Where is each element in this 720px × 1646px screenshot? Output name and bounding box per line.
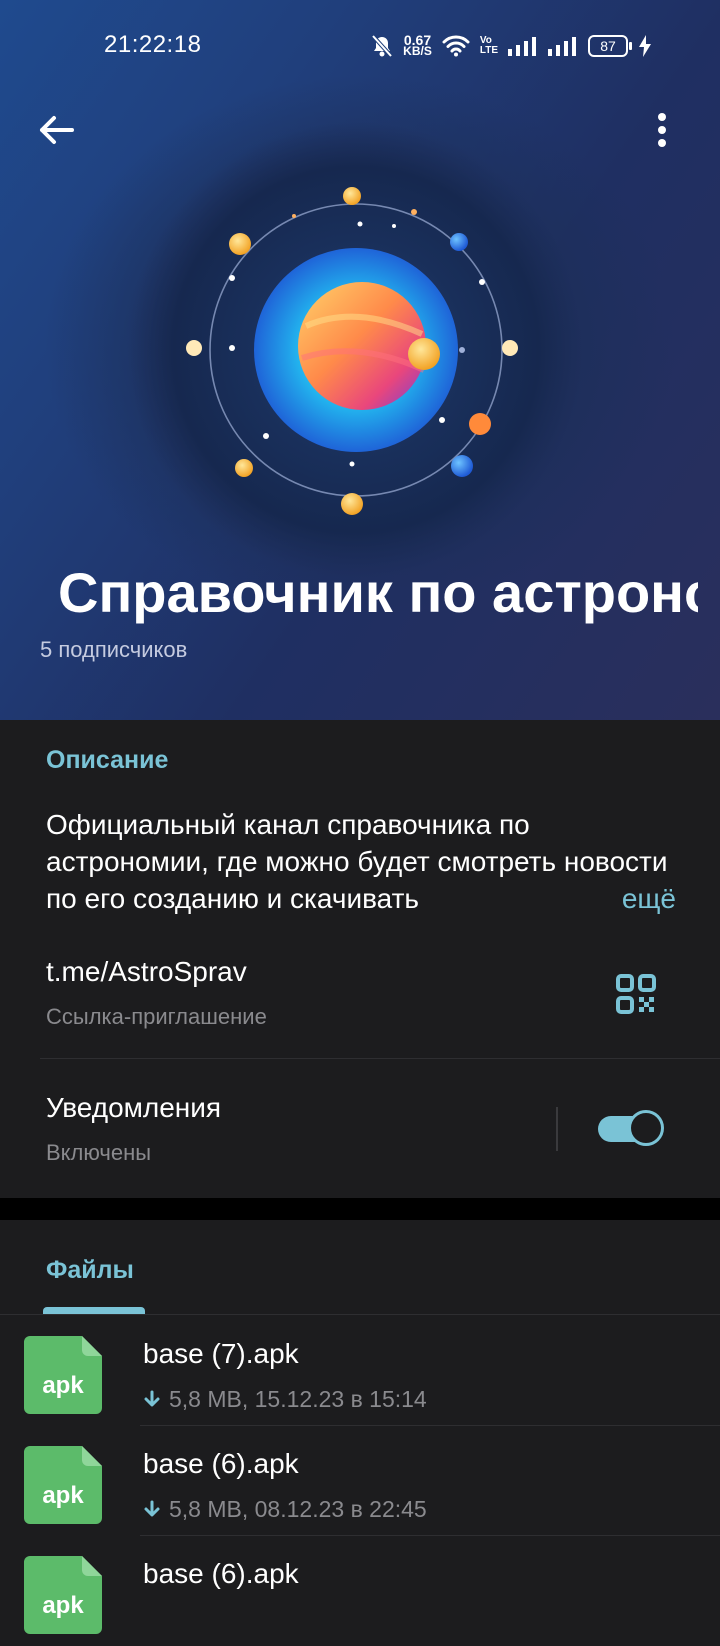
volte-bottom: LTE: [479, 45, 498, 56]
back-arrow-icon: [40, 116, 74, 144]
mute-bell-icon: [371, 34, 393, 58]
divider: [40, 1058, 720, 1059]
back-button[interactable]: [30, 104, 82, 156]
subscriber-count: 5 подписчиков: [40, 637, 188, 662]
file-name: base (7).apk: [143, 1338, 299, 1369]
file-ext: apk: [42, 1372, 84, 1399]
file-meta-text: 5,8 MB, 08.12.23 в 22:45: [169, 1496, 427, 1522]
wifi-icon: [442, 35, 470, 57]
description-text[interactable]: Официальный канал справочника по астроно…: [46, 806, 676, 917]
file-item[interactable]: apk base (6).apk: [0, 1536, 720, 1646]
signal-icon: [548, 37, 576, 56]
files-tab[interactable]: Файлы: [46, 1256, 134, 1285]
status-icons: 0.67 KB/S Vo LTE 87: [371, 32, 652, 60]
file-name: base (6).apk: [143, 1448, 299, 1479]
file-ext: apk: [42, 1482, 84, 1509]
notifications-toggle[interactable]: [598, 1110, 666, 1146]
invite-link[interactable]: t.me/AstroSprav: [46, 956, 247, 988]
toggle-knob: [628, 1110, 664, 1146]
show-more-link[interactable]: ещё: [577, 880, 676, 917]
invite-link-label: Ссылка-приглашение: [46, 1004, 267, 1029]
notifications-title[interactable]: Уведомления: [46, 1092, 221, 1124]
file-name: base (6).apk: [143, 1558, 299, 1589]
file-item[interactable]: apk base (6).apk 5,8 MB, 08.12.23 в 22:4…: [0, 1426, 720, 1536]
more-vertical-icon: [658, 113, 666, 147]
notifications-status: Включены: [46, 1140, 152, 1165]
file-meta: 5,8 MB, 08.12.23 в 22:45: [143, 1496, 427, 1523]
status-bar: 21:22:18 0.67 KB/S Vo LTE 87: [0, 0, 720, 92]
description-label: Описание: [46, 746, 169, 774]
channel-avatar[interactable]: [126, 120, 586, 580]
channel-title: Справочник по астрономии: [58, 561, 698, 624]
file-ext: apk: [42, 1592, 84, 1619]
volte-indicator: Vo LTE: [480, 36, 498, 56]
channel-header: 21:22:18 0.67 KB/S Vo LTE 87 Справочник …: [0, 0, 720, 720]
tab-divider: [0, 1314, 720, 1315]
battery-icon: 87: [588, 35, 632, 57]
network-speed-unit: KB/S: [403, 44, 432, 58]
charging-icon: [639, 35, 651, 57]
apk-file-icon: apk: [24, 1556, 102, 1634]
description-body: Официальный канал справочника по астроно…: [46, 809, 668, 914]
toggle-separator: [556, 1107, 558, 1151]
file-item[interactable]: apk base (7).apk 5,8 MB, 15.12.23 в 15:1…: [0, 1316, 720, 1426]
file-meta: 5,8 MB, 15.12.23 в 15:14: [143, 1386, 427, 1413]
file-meta-text: 5,8 MB, 15.12.23 в 15:14: [169, 1386, 427, 1412]
apk-file-icon: apk: [24, 1336, 102, 1414]
download-arrow-icon: [144, 1390, 160, 1406]
apk-file-icon: apk: [24, 1446, 102, 1524]
more-options-button[interactable]: [642, 104, 682, 156]
download-arrow-icon: [144, 1500, 160, 1516]
status-time: 21:22:18: [104, 31, 202, 58]
section-gap: [0, 1198, 720, 1220]
network-speed: 0.67 KB/S: [403, 33, 432, 58]
qr-code-icon[interactable]: [614, 972, 658, 1016]
signal-icon: [508, 37, 536, 56]
